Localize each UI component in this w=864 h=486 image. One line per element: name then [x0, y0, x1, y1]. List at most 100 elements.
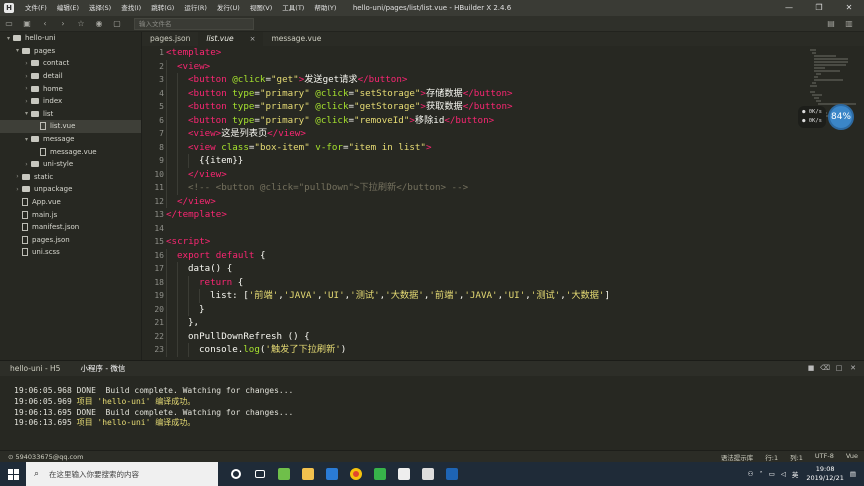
clear-icon[interactable]: ⌫ [818, 361, 832, 376]
code-line[interactable]: <button @click="get">发送get请求</button> [166, 73, 804, 87]
tree-item[interactable]: › static [0, 171, 141, 184]
chat-app-icon[interactable] [272, 462, 296, 486]
vscode-icon[interactable] [320, 462, 344, 486]
tree-item[interactable]: uni.scss [0, 246, 141, 259]
tree-item[interactable]: › detail [0, 70, 141, 83]
file-search-input[interactable]: 输入文件名 [134, 17, 254, 30]
code-line[interactable]: data() { [166, 262, 804, 276]
code-line[interactable]: }, [166, 316, 804, 330]
expand-arrow-icon[interactable]: › [13, 186, 22, 193]
code-line[interactable]: console.log('触发了下拉刷新') [166, 343, 804, 357]
code-line[interactable]: <button type="primary" @click="setStorag… [166, 86, 804, 100]
code-line[interactable]: {{item}} [166, 154, 804, 168]
tree-item[interactable]: ▾ pages [0, 45, 141, 58]
encoding[interactable]: UTF-8 [815, 452, 834, 462]
new-file-icon[interactable]: ▭ [0, 16, 18, 32]
close-icon[interactable]: ✕ [834, 0, 864, 16]
tree-item[interactable]: › unpackage [0, 183, 141, 196]
expand-arrow-icon[interactable]: › [22, 60, 31, 67]
menu-item[interactable]: 发行(U) [212, 0, 245, 16]
code-editor-taskbar-icon[interactable] [392, 462, 416, 486]
code-line[interactable]: export default { [166, 248, 804, 262]
network-icon[interactable]: ▭ [769, 470, 775, 478]
code-line[interactable]: } [166, 302, 804, 316]
show-hidden-icon[interactable]: ˄ [759, 470, 762, 478]
menu-item[interactable]: 编辑(E) [52, 0, 84, 16]
stop-icon[interactable]: ■ [804, 361, 818, 376]
code-line[interactable]: <view class="box-item" v-for="item in li… [166, 140, 804, 154]
tree-item[interactable]: ▾ message [0, 133, 141, 146]
code-line[interactable]: <!-- <button @click="pullDown">下拉刷新</but… [166, 181, 804, 195]
star-icon[interactable]: ☆ [72, 16, 90, 32]
ime-indicator[interactable]: 英 [792, 469, 799, 479]
menu-item[interactable]: 运行(R) [179, 0, 212, 16]
console-tab-wechat[interactable]: 小程序 - 微信 [70, 361, 136, 377]
editor-tab[interactable]: pages.json [142, 32, 198, 46]
code-line[interactable]: <button type="primary" @click="removeId"… [166, 113, 804, 127]
menu-item[interactable]: 视图(V) [245, 0, 278, 16]
maximize-icon[interactable]: ❐ [804, 0, 834, 16]
menu-item[interactable]: 帮助(Y) [309, 0, 341, 16]
code-editor[interactable]: 1 2 3 4 5 6 7 8 9 10 11 12 13 14 15 16 17 18 19 20 21 22 23 <t… [142, 46, 864, 360]
code-line[interactable]: <template> [166, 46, 804, 60]
people-icon[interactable]: ⚇ [748, 470, 754, 478]
tree-item[interactable]: message.vue [0, 145, 141, 158]
code-area[interactable]: <template> <view> <button @click="get">发送g… [166, 46, 804, 357]
terminal-icon[interactable] [440, 462, 464, 486]
start-button[interactable] [0, 462, 26, 486]
editor-tab[interactable]: list.vue × [198, 32, 264, 46]
run-icon[interactable]: ◉ [90, 16, 108, 32]
taskbar-search[interactable]: ⌕ 在这里输入你要搜索的内容 [26, 462, 218, 486]
code-line[interactable]: <button type="primary" @click="getStorag… [166, 100, 804, 114]
code-line[interactable]: <script> [166, 235, 804, 249]
task-view-icon[interactable] [248, 462, 272, 486]
tree-item[interactable]: manifest.json [0, 221, 141, 234]
menu-item[interactable]: 查找(I) [116, 0, 146, 16]
tree-item[interactable]: › index [0, 95, 141, 108]
code-line[interactable]: onPullDownRefresh () { [166, 329, 804, 343]
minimize-icon[interactable]: — [774, 0, 804, 16]
syntax-hint[interactable]: 语法提示库 [721, 452, 754, 462]
code-line[interactable]: return { [166, 275, 804, 289]
save-icon[interactable]: ▣ [18, 16, 36, 32]
tab-close-icon[interactable]: × [250, 32, 256, 46]
code-line[interactable]: <view> [166, 59, 804, 73]
tree-item[interactable]: App.vue [0, 196, 141, 209]
code-line[interactable]: </template> [166, 208, 804, 222]
typora-icon[interactable] [416, 462, 440, 486]
menu-item[interactable]: 工具(T) [277, 0, 309, 16]
code-line[interactable]: </view> [166, 194, 804, 208]
code-line[interactable] [166, 222, 804, 236]
close-panel-icon[interactable]: ✕ [846, 361, 860, 376]
back-icon[interactable]: ‹ [36, 16, 54, 32]
user-account[interactable]: ⊙ 594033675@qq.com [0, 453, 83, 461]
expand-arrow-icon[interactable]: ▾ [4, 35, 13, 42]
maximize-panel-icon[interactable]: □ [832, 361, 846, 376]
code-line[interactable]: </view> [166, 167, 804, 181]
tree-item[interactable]: ▾ hello-uni [0, 32, 141, 45]
tree-item[interactable]: main.js [0, 208, 141, 221]
expand-arrow-icon[interactable]: › [22, 73, 31, 80]
language-mode[interactable]: Vue [846, 452, 858, 462]
sidebar-toggle-icon[interactable]: ▤ [822, 16, 840, 32]
code-line[interactable]: list: ['前端','JAVA','UI','测试','大数据','前端',… [166, 289, 804, 303]
cortana-icon[interactable] [224, 462, 248, 486]
menu-item[interactable]: 跳转(G) [146, 0, 179, 16]
layout-icon[interactable]: ▥ [840, 16, 858, 32]
expand-arrow-icon[interactable]: › [22, 161, 31, 168]
tree-item[interactable]: list.vue [0, 120, 141, 133]
hbuilder-taskbar-icon[interactable] [368, 462, 392, 486]
forward-icon[interactable]: › [54, 16, 72, 32]
file-explorer-icon[interactable] [296, 462, 320, 486]
menu-item[interactable]: 文件(F) [20, 0, 52, 16]
console-tab-h5[interactable]: hello-uni - H5 [0, 361, 70, 376]
tree-item[interactable]: ▾ list [0, 108, 141, 121]
expand-arrow-icon[interactable]: ▾ [13, 47, 22, 54]
expand-arrow-icon[interactable]: ▾ [22, 136, 31, 143]
expand-arrow-icon[interactable]: ▾ [22, 110, 31, 117]
clock[interactable]: 19:08 2019/12/21 [806, 465, 843, 483]
expand-arrow-icon[interactable]: › [22, 85, 31, 92]
tree-item[interactable]: › contact [0, 57, 141, 70]
preview-icon[interactable]: ▢ [108, 16, 126, 32]
expand-arrow-icon[interactable]: › [13, 173, 22, 180]
